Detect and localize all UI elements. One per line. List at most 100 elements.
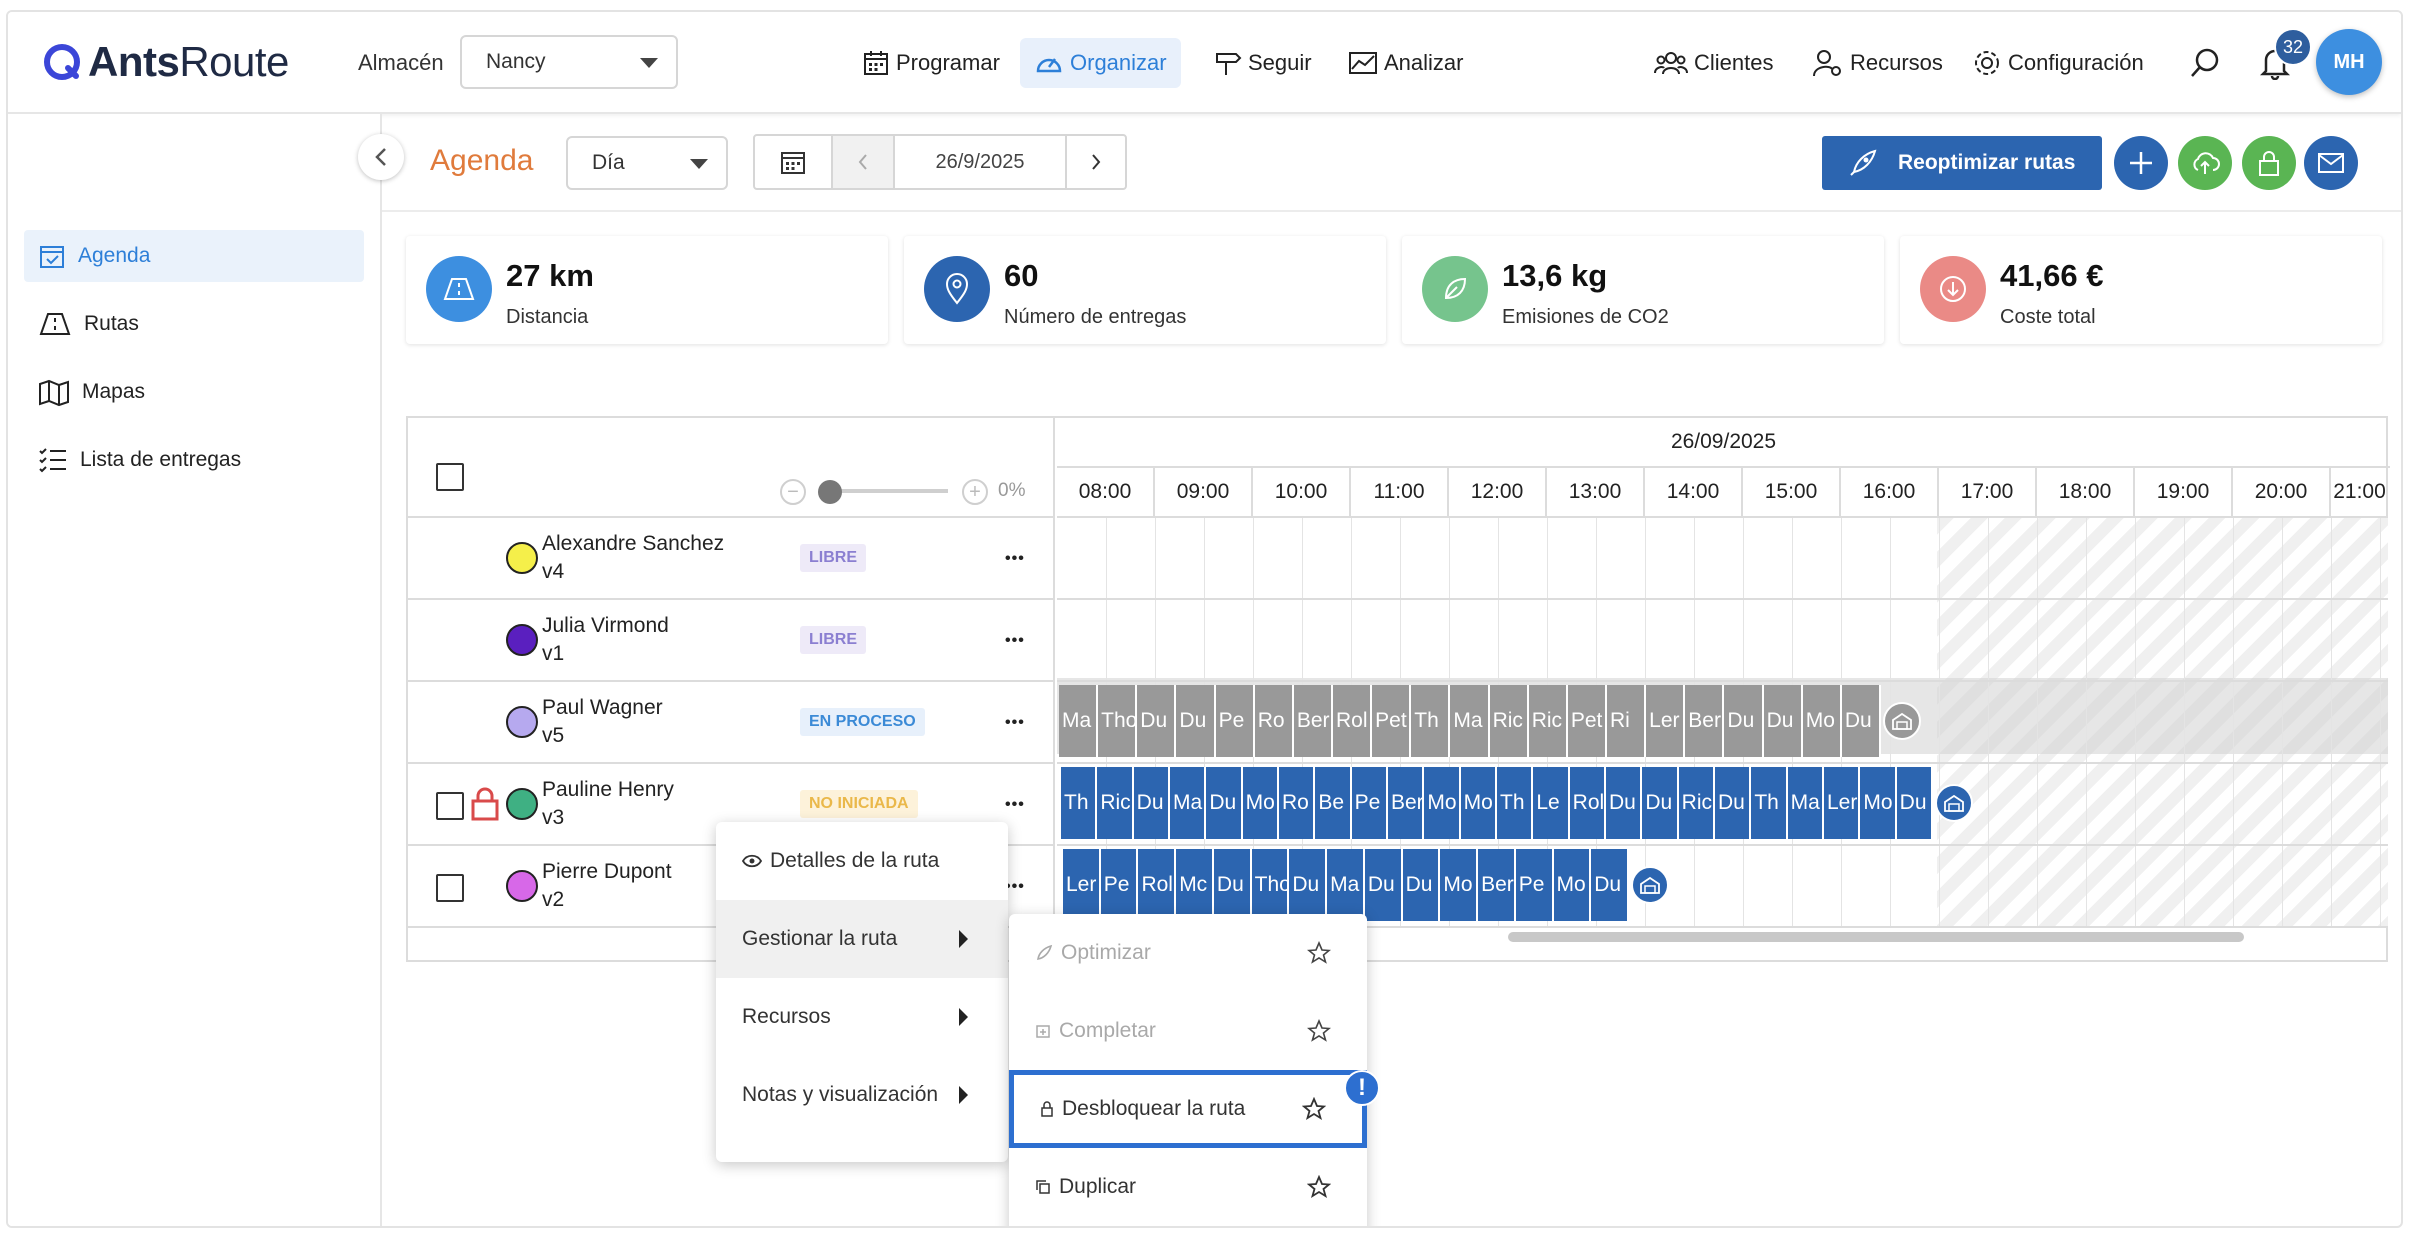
calendar-button[interactable]	[755, 136, 833, 188]
delivery-block[interactable]: Mo	[1860, 767, 1897, 839]
zoom-slider-handle[interactable]	[818, 480, 842, 504]
delivery-block[interactable]: Du	[1289, 849, 1328, 921]
delivery-block[interactable]: Mc	[1176, 849, 1214, 921]
delivery-block[interactable]: Du	[1715, 767, 1752, 839]
delivery-block[interactable]: Du	[1724, 685, 1764, 757]
delivery-block[interactable]: Du	[1591, 849, 1629, 921]
sidebar-item-rutas[interactable]: Rutas	[24, 298, 364, 350]
current-date[interactable]: 26/9/2025	[895, 136, 1067, 188]
sidebar-item-agenda[interactable]: Agenda	[24, 230, 364, 282]
row-menu-button[interactable]: •••	[1005, 632, 1025, 650]
delivery-block[interactable]: Du	[1137, 685, 1177, 757]
delivery-block[interactable]: Ri	[1607, 685, 1647, 757]
delivery-block[interactable]: Ma	[1170, 767, 1207, 839]
delivery-block[interactable]: Tho	[1251, 849, 1290, 921]
row-menu-button[interactable]: •••	[1005, 796, 1025, 814]
delivery-block[interactable]: Rol	[1138, 849, 1177, 921]
delivery-block[interactable]: Ler	[1824, 767, 1861, 839]
sidebar-item-mapas[interactable]: Mapas	[24, 366, 364, 418]
delivery-block[interactable]: Ma	[1787, 767, 1824, 839]
delivery-block[interactable]: Be	[1315, 767, 1352, 839]
depot-icon[interactable]	[1631, 866, 1669, 904]
nav-configuracion[interactable]: Configuración	[1958, 38, 2158, 88]
delivery-block[interactable]: Th	[1411, 685, 1451, 757]
sidebar-item-lista[interactable]: Lista de entregas	[24, 434, 364, 486]
lock-button[interactable]	[2242, 136, 2296, 190]
delivery-block[interactable]: Ric	[1097, 767, 1134, 839]
user-avatar[interactable]: MH	[2316, 29, 2382, 95]
delivery-block[interactable]: Du	[1364, 849, 1403, 921]
resource-row[interactable]: Alexandre Sanchez v4 LIBRE •••	[408, 518, 1055, 600]
row-checkbox[interactable]	[436, 792, 464, 820]
next-day-button[interactable]	[1067, 136, 1125, 188]
menu-item-manage-route[interactable]: Gestionar la ruta	[716, 900, 1008, 978]
email-button[interactable]	[2304, 136, 2358, 190]
delivery-block[interactable]: Mo	[1242, 767, 1279, 839]
zoom-in-button[interactable]: +	[962, 479, 988, 505]
collapse-sidebar-button[interactable]	[358, 134, 404, 180]
menu-item-notes[interactable]: Notas y visualización	[716, 1056, 1008, 1134]
reoptimize-button[interactable]: Reoptimizar rutas	[1822, 136, 2102, 190]
delivery-block[interactable]: Th	[1061, 767, 1098, 839]
delivery-block[interactable]: Ber	[1293, 685, 1333, 757]
delivery-block[interactable]: Du	[1763, 685, 1803, 757]
delivery-block[interactable]: Th	[1497, 767, 1534, 839]
delivery-block[interactable]: Rol	[1333, 685, 1373, 757]
delivery-block[interactable]: Pe	[1515, 849, 1554, 921]
submenu-item-unlock-route[interactable]: Desbloquear la ruta	[1009, 1070, 1367, 1148]
star-icon[interactable]	[1307, 941, 1331, 965]
delivery-block[interactable]: Du	[1642, 767, 1679, 839]
delivery-block[interactable]: Mo	[1802, 685, 1842, 757]
depot-icon[interactable]	[1883, 702, 1921, 740]
delivery-block[interactable]: Mo	[1553, 849, 1592, 921]
submenu-item-duplicate[interactable]: Duplicar	[1009, 1148, 1367, 1226]
search-icon[interactable]	[2188, 46, 2222, 80]
delivery-block[interactable]: Le	[1533, 767, 1570, 839]
delivery-block[interactable]: Ma	[1327, 849, 1365, 921]
delivery-block[interactable]: Th	[1751, 767, 1788, 839]
delivery-block[interactable]: Pe	[1100, 849, 1139, 921]
delivery-block[interactable]: Ric	[1528, 685, 1568, 757]
notification-badge[interactable]: 32	[2274, 28, 2312, 66]
delivery-block[interactable]: Ber	[1478, 849, 1516, 921]
lock-icon[interactable]	[470, 786, 500, 822]
nav-recursos[interactable]: Recursos	[1798, 38, 1957, 88]
delivery-block[interactable]: Mo	[1460, 767, 1497, 839]
horizontal-scrollbar[interactable]	[1508, 932, 2244, 942]
nav-organizar[interactable]: Organizar	[1020, 38, 1181, 88]
delivery-block[interactable]: Ric	[1678, 767, 1715, 839]
warehouse-select[interactable]: Nancy	[460, 35, 678, 89]
nav-seguir[interactable]: Seguir	[1200, 38, 1326, 88]
delivery-block[interactable]: Rol	[1569, 767, 1606, 839]
delivery-block[interactable]: Mo	[1440, 849, 1479, 921]
menu-item-resources[interactable]: Recursos	[716, 978, 1008, 1056]
resource-row[interactable]: Julia Virmond v1 LIBRE •••	[408, 600, 1055, 682]
zoom-out-button[interactable]: −	[780, 479, 806, 505]
delivery-block[interactable]: Pe	[1215, 685, 1255, 757]
delivery-block[interactable]: Tho	[1098, 685, 1138, 757]
delivery-block[interactable]: Du	[1176, 685, 1216, 757]
previous-day-button[interactable]	[833, 136, 895, 188]
delivery-block[interactable]: Mo	[1424, 767, 1461, 839]
add-button[interactable]	[2114, 136, 2168, 190]
logo[interactable]: AntsRoute	[42, 38, 289, 86]
delivery-block[interactable]: Ma	[1450, 685, 1490, 757]
delivery-block[interactable]: Du	[1606, 767, 1643, 839]
delivery-block[interactable]: Ma	[1059, 685, 1099, 757]
delivery-block[interactable]: Pet	[1567, 685, 1607, 757]
delivery-block[interactable]: Pe	[1351, 767, 1388, 839]
delivery-block[interactable]: Ro	[1254, 685, 1294, 757]
delivery-block[interactable]: Ler	[1063, 849, 1101, 921]
delivery-block[interactable]: Du	[1206, 767, 1243, 839]
upload-button[interactable]	[2178, 136, 2232, 190]
resource-row[interactable]: Paul Wagner v5 EN PROCESO •••	[408, 682, 1055, 764]
delivery-block[interactable]: Pet	[1372, 685, 1412, 757]
delivery-block[interactable]: Du	[1841, 685, 1881, 757]
star-icon[interactable]	[1307, 1019, 1331, 1043]
delivery-block[interactable]: Ber	[1685, 685, 1725, 757]
row-menu-button[interactable]: •••	[1005, 550, 1025, 568]
delivery-block[interactable]: Du	[1133, 767, 1170, 839]
delivery-block[interactable]: Ber	[1388, 767, 1425, 839]
view-select[interactable]: Día	[566, 136, 728, 190]
nav-programar[interactable]: Programar	[848, 38, 1014, 88]
